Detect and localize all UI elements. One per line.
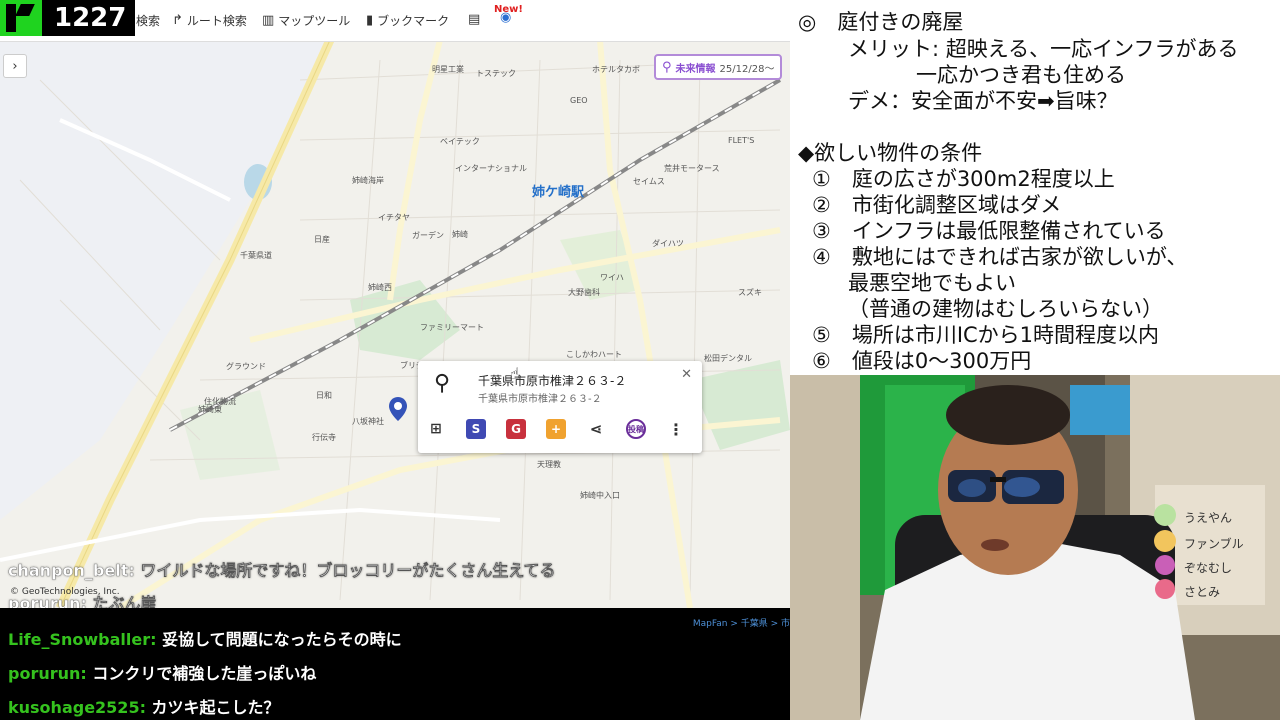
chat-msg: 妥協して問題になったらその時に [162, 630, 402, 649]
notes-demerit: デメ：安全面が不安➡旨味？ [848, 89, 1118, 113]
cam-label: ファンブル [1184, 537, 1244, 551]
webcam-view: うえやん ファンブル ぞなむし さとみ [790, 375, 1280, 720]
overlay-chat-msg: たぶん崖 [92, 594, 157, 608]
s-button[interactable]: S [466, 419, 486, 439]
chat-panel: MapFan > 千葉県 > 市 Life_Snowballer: 妥協して問題… [0, 608, 790, 720]
expand-panel-button[interactable]: › [3, 54, 27, 78]
post-button[interactable]: 投稿 [626, 419, 646, 439]
map-label: イチタヤ [378, 213, 410, 222]
map-label: トステック [476, 69, 516, 78]
map-label: ワイハ [600, 273, 624, 282]
new-badge: New! [494, 4, 523, 15]
overlay-chat-user: chanpon_belt: [8, 561, 135, 580]
more-options-icon[interactable]: ⋮ [666, 419, 686, 439]
map-label: 姉崎海岸 [352, 176, 384, 185]
route-search-tool[interactable]: ↱ ルート検索 [172, 12, 247, 29]
map-label: ガーデン [412, 231, 444, 240]
map-label: ホテルタカボ [592, 65, 640, 74]
chat-line: porurun: コンクリで補強した崖っぽいね [8, 660, 316, 684]
chat-line: Life_Snowballer: 妥協して問題になったらその時に [8, 626, 402, 650]
search-tool[interactable]: 検索 [136, 12, 160, 29]
map-label: 天理教 [537, 460, 561, 469]
map-label: こしかわハート [566, 350, 622, 359]
location-marker-icon[interactable] [388, 396, 408, 422]
map-label: ファミリーマート [420, 323, 484, 332]
map-label: インターナショナル [455, 164, 527, 173]
map-label: ダイハツ [652, 239, 684, 248]
calendar-icon: ▤ [468, 12, 481, 27]
map-label: 日和 [316, 391, 332, 400]
map-label: 行伝寺 [312, 433, 336, 442]
bookmark-label: ブックマーク [377, 14, 450, 28]
plus-button[interactable]: + [546, 419, 566, 439]
map-label: GEO [570, 96, 588, 105]
station-label: 姉ケ崎駅 [532, 185, 585, 200]
viewer-count: 1227 [54, 3, 127, 33]
stream-logo: 1227 [0, 0, 135, 36]
map-canvas[interactable] [0, 0, 790, 608]
overlay-chat-line: porurun: たぶん崖 [8, 590, 157, 608]
map-label: 八坂神社 [352, 417, 384, 426]
map-label: 大野歯科 [568, 288, 600, 297]
k-logo-icon [0, 0, 42, 36]
future-info-badge[interactable]: ⚲ 未来情報 25/12/28～ [654, 54, 782, 80]
map-label: 荒井モータース [664, 164, 720, 173]
bookmark-icon: ▮ [366, 13, 374, 28]
map-pin-icon: ⚲ [434, 371, 451, 396]
future-info-label: 未来情報 [675, 63, 716, 75]
map-label: 明星工業 [432, 65, 464, 74]
map-label: 姉崎 [452, 230, 468, 239]
chevron-right-icon: › [12, 58, 18, 74]
popup-actions: ⊞ S G + ⋖ 投稿 ⋮ [418, 419, 702, 439]
chat-msg: コンクリで補強した崖っぽいね [92, 664, 317, 683]
route-icon: ↱ [172, 13, 183, 28]
address-popup: ⚲ 千葉県市原市椎津２６３-２ 千葉県市原市椎津２６３-２ ✕ ⊞ S G + … [418, 361, 702, 453]
map-icon: ▥ [262, 13, 275, 28]
map-label: スズキ [738, 288, 762, 297]
mouse-cursor-icon: ☝ [510, 364, 520, 383]
bookmark-add-icon[interactable]: ⊞ [426, 419, 446, 439]
chat-user: Life_Snowballer: [8, 630, 157, 649]
map-label: セイムス [633, 177, 665, 186]
address-main: 千葉県市原市椎津２６３-２ [478, 374, 627, 388]
notes-heading: ◎ 庭付きの廃屋 [798, 10, 964, 34]
future-info-date: 25/12/28～ [719, 63, 775, 75]
map-label: 日産 [314, 235, 330, 244]
map-label: 千葉県道 [240, 251, 272, 260]
chat-user: porurun: [8, 664, 87, 683]
map-label: 姉崎中入口 [580, 491, 620, 500]
overlay-chat-msg: ワイルドな場所ですね！ブロッコリーがたくさん生えてる [140, 561, 556, 580]
search-label: 検索 [136, 14, 161, 28]
close-icon[interactable]: ✕ [681, 367, 692, 382]
pin-icon: ⚲ [662, 59, 672, 75]
overlay-chat-line: chanpon_belt: ワイルドな場所ですね！ブロッコリーがたくさん生えてる [8, 557, 556, 581]
cam-label: うえやん [1184, 511, 1233, 525]
address-sub: 千葉県市原市椎津２６３-２ [478, 394, 602, 405]
overlay-chat-user: porurun: [8, 594, 87, 608]
map-label: グラウンド [226, 362, 266, 371]
notes-panel: ◎ 庭付きの廃屋 メリット: 超映える、一応インフラがある 一応かつき君も住める… [790, 0, 1280, 375]
map-view[interactable]: 明星工業 トステック ホテルタカボ GEO ベイテック インターナショナル 姉崎… [0, 0, 790, 608]
map-label: 住化物流 [204, 397, 236, 406]
map-breadcrumb[interactable]: MapFan > 千葉県 > 市 [693, 616, 790, 629]
map-label: 姉崎西 [368, 283, 392, 292]
chat-user: kusohage2525: [8, 698, 146, 717]
cam-label: さとみ [1184, 585, 1221, 599]
bookmark-tool[interactable]: ▮ ブックマーク [366, 12, 449, 29]
map-label: FLET'S [728, 136, 755, 145]
cam-label: ぞなむし [1184, 561, 1233, 575]
map-label: ベイテック [440, 137, 480, 146]
chat-line: kusohage2525: カツキ起こした？ [8, 694, 280, 718]
g-button[interactable]: G [506, 419, 526, 439]
condition-item: ⑥ 値段は0～300万円 [812, 349, 1032, 373]
chat-msg: カツキ起こした？ [151, 698, 280, 717]
route-label: ルート検索 [186, 14, 247, 28]
map-tools-tool[interactable]: ▥ マップツール [262, 12, 350, 29]
map-label: 松田デンタル [704, 354, 752, 363]
map-tools-label: マップツール [278, 14, 351, 28]
calendar-tool[interactable]: ▤ [468, 12, 480, 27]
share-icon[interactable]: ⋖ [586, 419, 606, 439]
